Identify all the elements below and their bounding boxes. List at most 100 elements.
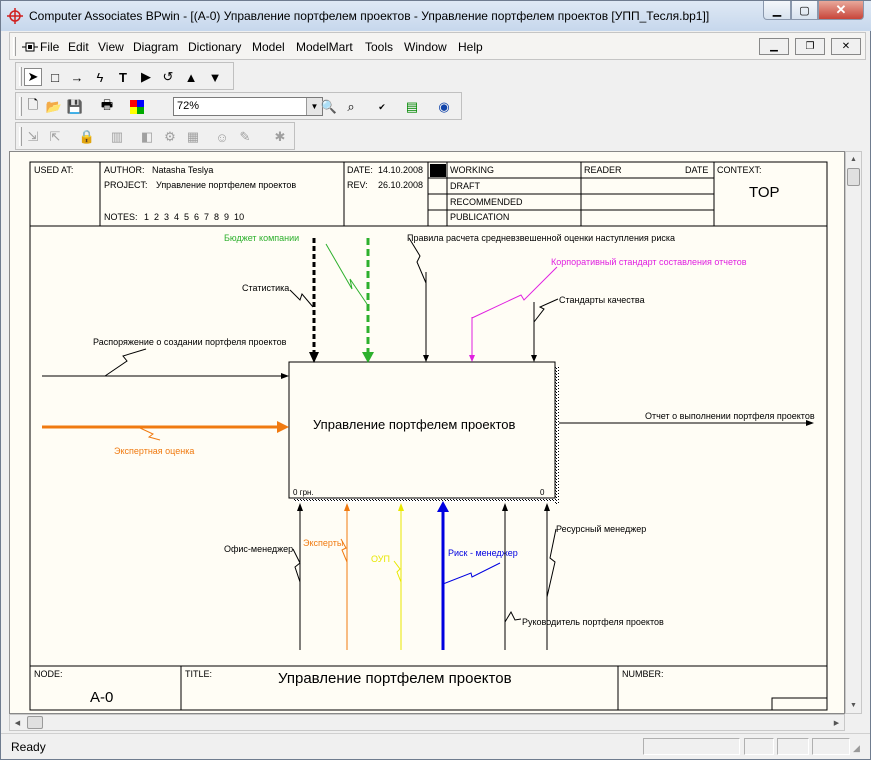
node-label: NODE: <box>34 669 63 679</box>
document-icon[interactable] <box>22 40 38 54</box>
node-value: A-0 <box>90 689 113 706</box>
go-child-icon[interactable]: ▼ <box>206 68 224 86</box>
menu-help[interactable]: Help <box>458 40 483 54</box>
menu-edit[interactable]: Edit <box>68 40 89 54</box>
text-tool-icon[interactable]: T <box>114 68 132 86</box>
toolbar-grip[interactable] <box>19 97 22 116</box>
menu-view[interactable]: View <box>98 40 124 54</box>
status-text: Ready <box>11 740 46 754</box>
modelmart-icon[interactable]: ◉ <box>435 98 453 116</box>
label-quality: Стандарты качества <box>559 295 645 305</box>
close-button[interactable]: ✕ <box>818 1 864 20</box>
mdi-close-button[interactable]: ✕ <box>831 38 861 55</box>
mm-connect-icon: ⇲ <box>27 129 39 144</box>
menu-modelmart[interactable]: ModelMart <box>296 40 353 54</box>
lock-icon: 🔒 <box>78 129 96 144</box>
menu-model[interactable]: Model <box>252 40 285 54</box>
mm-help-icon: ✱ <box>274 129 286 144</box>
scroll-down-icon[interactable]: ▼ <box>846 698 861 713</box>
date-value: 14.10.2008 <box>378 165 423 175</box>
new-file-icon[interactable]: 🗋 <box>24 97 42 116</box>
date-label: DATE: <box>347 165 373 175</box>
title-value: Управление портфелем проектов <box>278 670 512 687</box>
modelmart-toolbar: ⇲ ⇱ 🔒 ▥ ◧ ⚙ ▦ ☺ ✎ ✱ <box>15 122 295 150</box>
standard-toolbar: 🗋 📂 💾 🖶 72% ▼ 🔍 ⌕ ✔ ▤ ◉ <box>15 92 462 120</box>
status-recommended: RECOMMENDED <box>450 197 523 207</box>
author-value: Natasha Teslya <box>152 165 213 175</box>
context-value: TOP <box>749 184 780 201</box>
mm-library-icon: ▥ <box>110 129 124 144</box>
notes-value: 1 2 3 4 5 6 7 8 9 10 <box>144 212 244 222</box>
mm-disconnect-icon: ⇱ <box>49 129 61 144</box>
arrow-tool-icon[interactable]: → <box>68 68 86 86</box>
status-publication: PUBLICATION <box>450 212 509 222</box>
menu-window[interactable]: Window <box>404 40 447 54</box>
rev-label: REV: <box>347 180 368 190</box>
project-label: PROJECT: <box>104 180 148 190</box>
open-folder-icon[interactable]: 📂 <box>45 98 63 116</box>
pointer-tool-icon[interactable]: ➤ <box>24 68 42 86</box>
idef0-diagram[interactable]: USED AT: AUTHOR: Natasha Teslya PROJECT:… <box>10 152 845 714</box>
mm-tools-icon: ✎ <box>239 129 251 144</box>
menu-tools[interactable]: Tools <box>365 40 393 54</box>
resize-grip-icon[interactable]: ◢ <box>853 743 865 755</box>
rev-value: 26.10.2008 <box>378 180 423 190</box>
label-report-standard: Корпоративный стандарт составления отчет… <box>551 257 747 267</box>
zoom-in-icon[interactable]: 🔍 <box>320 98 338 116</box>
horizontal-scrollbar[interactable]: ◀ ▶ <box>9 714 845 731</box>
label-office-manager: Офис-менеджер <box>224 544 293 554</box>
zoom-fit-icon[interactable]: ⌕ <box>342 98 360 116</box>
status-panel <box>777 738 809 755</box>
scroll-up-icon[interactable]: ▲ <box>846 152 861 167</box>
status-panel <box>744 738 774 755</box>
activity-number: 0 <box>540 488 545 497</box>
reader-date-label: DATE <box>685 165 708 175</box>
label-resource-manager: Ресурсный менеджер <box>556 524 646 534</box>
menu-file[interactable]: File <box>40 40 59 54</box>
minimize-button[interactable]: ▁ <box>763 1 791 20</box>
print-icon[interactable]: 🖶 <box>98 97 116 116</box>
zoom-value: 72% <box>177 100 200 112</box>
bpwin-logo-icon <box>7 8 23 24</box>
go-up-icon[interactable]: ↺ <box>159 68 177 86</box>
label-risk-rules: Правила расчета средневзвешенной оценки … <box>407 233 675 243</box>
status-panel <box>643 738 740 755</box>
status-draft: DRAFT <box>450 181 480 191</box>
go-down-icon[interactable]: ▶ <box>137 68 155 86</box>
activity-title: Управление портфелем проектов <box>313 417 516 432</box>
notes-label: NOTES: <box>104 212 138 222</box>
scroll-right-icon[interactable]: ▶ <box>829 715 844 730</box>
model-explorer-icon[interactable]: ▤ <box>403 98 421 116</box>
menu-diagram[interactable]: Diagram <box>133 40 178 54</box>
activity-box-a0[interactable]: Управление портфелем проектов 0 грн. 0 <box>288 361 559 504</box>
activity-cost: 0 грн. <box>293 488 314 497</box>
squiggle-tool-icon[interactable]: ϟ <box>91 68 109 86</box>
maximize-button[interactable]: ▢ <box>791 1 818 20</box>
menu-grip[interactable] <box>13 37 16 56</box>
app-window: Computer Associates BPwin - [(A-0) Управ… <box>0 0 871 760</box>
menu-dictionary[interactable]: Dictionary <box>188 40 241 54</box>
label-risk-manager: Риск - менеджер <box>448 548 518 558</box>
label-portfolio-head: Руководитель портфеля проектов <box>522 617 664 627</box>
mdi-restore-button[interactable]: ❐ <box>795 38 825 55</box>
scroll-left-icon[interactable]: ◀ <box>10 715 25 730</box>
color-icon[interactable] <box>128 98 146 116</box>
diagram-canvas[interactable]: USED AT: AUTHOR: Natasha Teslya PROJECT:… <box>9 151 845 714</box>
mdi-minimize-button[interactable]: ▁ <box>759 38 789 55</box>
vertical-scroll-thumb[interactable] <box>847 168 860 186</box>
go-parent-icon[interactable]: ▲ <box>182 68 200 86</box>
zoom-select[interactable]: 72% ▼ <box>173 97 323 116</box>
status-bar: Ready ◢ <box>1 733 870 759</box>
toolbar-grip[interactable] <box>19 67 22 86</box>
box-tool-icon[interactable]: □ <box>46 68 64 86</box>
vertical-scrollbar[interactable]: ▲ ▼ <box>845 151 862 714</box>
author-label: AUTHOR: <box>104 165 145 175</box>
spell-check-icon[interactable]: ✔ <box>373 98 391 116</box>
toolbar-grip[interactable] <box>19 127 22 146</box>
label-report: Отчет о выполнении портфеля проектов <box>645 411 815 421</box>
horizontal-scroll-thumb[interactable] <box>27 716 43 729</box>
context-label: CONTEXT: <box>717 165 762 175</box>
save-icon[interactable]: 💾 <box>66 98 84 116</box>
number-label: NUMBER: <box>622 669 664 679</box>
label-budget: Бюджет компании <box>224 233 299 243</box>
